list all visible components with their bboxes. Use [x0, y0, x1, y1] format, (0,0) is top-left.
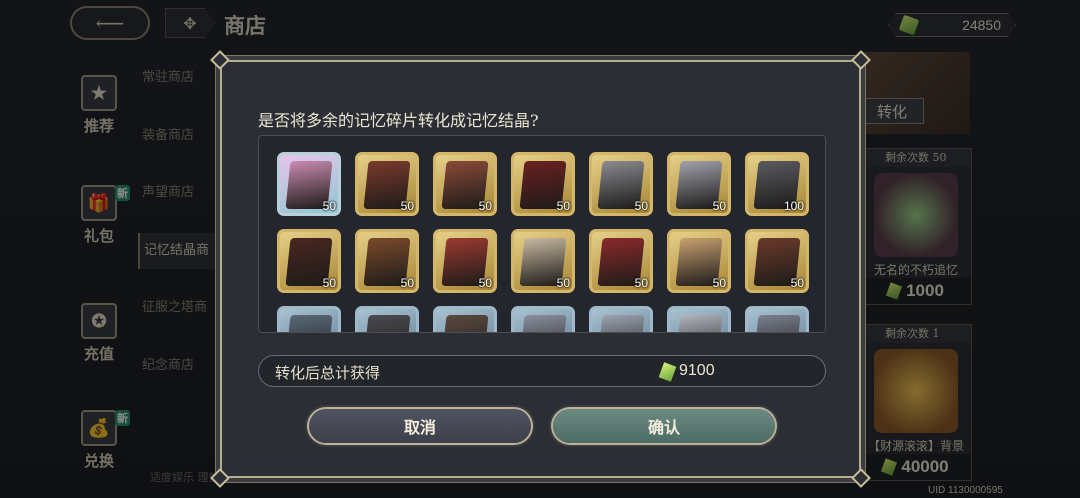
cancel-button[interactable]: 取消 — [309, 409, 531, 443]
fragment-card[interactable] — [355, 306, 419, 332]
fragment-count: 50 — [322, 199, 336, 213]
fragment-count: 50 — [400, 199, 414, 213]
crystal-icon — [658, 362, 677, 382]
fragment-count: 50 — [634, 199, 648, 213]
fragment-card[interactable]: 50 — [667, 229, 731, 293]
fragment-card[interactable] — [667, 306, 731, 332]
fragment-count: 50 — [556, 276, 570, 290]
fragment-card[interactable]: 50 — [277, 229, 341, 293]
fragment-card[interactable]: 50 — [433, 152, 497, 216]
fragment-card[interactable]: 50 — [511, 229, 575, 293]
fragment-count: 50 — [400, 276, 414, 290]
fragment-count: 50 — [478, 276, 492, 290]
fragment-card[interactable]: 50 — [355, 152, 419, 216]
fragment-count: 50 — [634, 276, 648, 290]
fragment-grid[interactable]: 50 50 50 50 50 50 100 50 50 50 50 50 50 50 — [258, 135, 826, 333]
convert-dialog: 是否将多余的记忆碎片转化成记忆结晶? 50 50 50 50 50 50 100 50 50 50… — [210, 50, 871, 488]
fragment-count: 50 — [322, 276, 336, 290]
fragment-count: 100 — [783, 199, 804, 213]
fragment-card[interactable] — [511, 306, 575, 332]
total-value: 9100 — [679, 362, 715, 379]
fragment-card[interactable] — [277, 306, 341, 332]
character-portrait — [441, 315, 489, 332]
fragment-card[interactable]: 50 — [277, 152, 341, 216]
fragment-card[interactable] — [589, 306, 653, 332]
total-label: 转化后总计获得 — [275, 364, 381, 382]
character-portrait — [675, 315, 723, 332]
fragment-card[interactable] — [745, 306, 809, 332]
fragment-card[interactable]: 50 — [589, 152, 653, 216]
fragment-card[interactable]: 50 — [745, 229, 809, 293]
character-portrait — [597, 315, 645, 332]
character-portrait — [753, 315, 801, 332]
total-row: 转化后总计获得 9100 — [258, 355, 826, 387]
fragment-card[interactable]: 50 — [355, 229, 419, 293]
fragment-card[interactable]: 50 — [511, 152, 575, 216]
fragment-card[interactable]: 50 — [667, 152, 731, 216]
character-portrait — [519, 315, 567, 332]
confirm-button[interactable]: 确认 — [553, 409, 775, 443]
fragment-card[interactable]: 50 — [589, 229, 653, 293]
fragment-count: 50 — [712, 199, 726, 213]
fragment-card[interactable]: 100 — [745, 152, 809, 216]
fragment-count: 50 — [556, 199, 570, 213]
character-portrait — [363, 315, 411, 332]
dialog-question: 是否将多余的记忆碎片转化成记忆结晶? — [258, 111, 539, 130]
character-portrait — [285, 315, 333, 332]
fragment-card[interactable] — [433, 306, 497, 332]
fragment-count: 50 — [712, 276, 726, 290]
fragment-count: 50 — [790, 276, 804, 290]
fragment-card[interactable]: 50 — [433, 229, 497, 293]
fragment-count: 50 — [478, 199, 492, 213]
